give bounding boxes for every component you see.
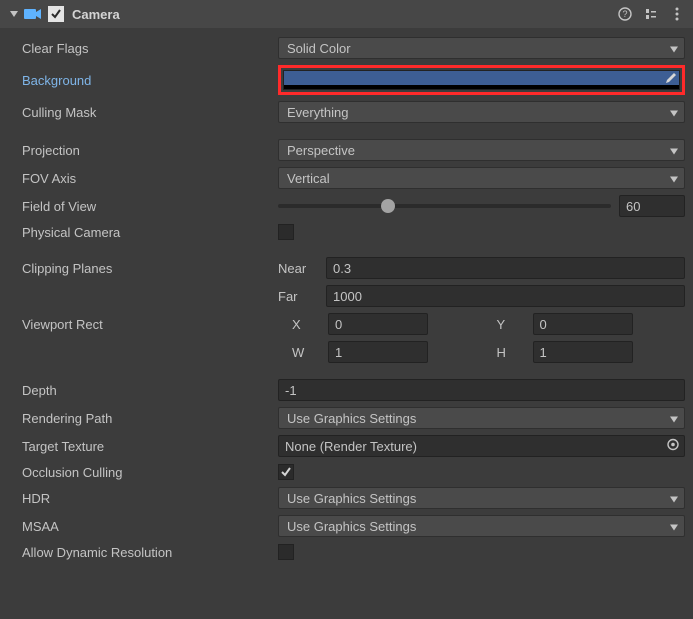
- culling-mask-value: Everything: [287, 105, 348, 120]
- presets-icon[interactable]: [643, 6, 659, 22]
- component-header: Camera ?: [0, 0, 693, 28]
- projection-label: Projection: [8, 143, 278, 158]
- occlusion-culling-label: Occlusion Culling: [8, 465, 278, 480]
- chevron-down-icon: [670, 491, 678, 506]
- alpha-indicator: [284, 85, 679, 89]
- physical-camera-label: Physical Camera: [8, 225, 278, 240]
- projection-value: Perspective: [287, 143, 355, 158]
- h-label: H: [497, 345, 525, 360]
- component-enable-checkbox[interactable]: [48, 6, 64, 22]
- chevron-down-icon: [670, 143, 678, 158]
- clear-flags-label: Clear Flags: [8, 41, 278, 56]
- y-label: Y: [497, 317, 525, 332]
- viewport-x-input[interactable]: 0: [328, 313, 428, 335]
- target-texture-label: Target Texture: [8, 439, 278, 454]
- fov-axis-label: FOV Axis: [8, 171, 278, 186]
- culling-mask-dropdown[interactable]: Everything: [278, 101, 685, 123]
- slider-thumb[interactable]: [381, 199, 395, 213]
- viewport-h-input[interactable]: 1: [533, 341, 633, 363]
- field-of-view-slider[interactable]: [278, 195, 611, 217]
- depth-label: Depth: [8, 383, 278, 398]
- camera-icon: [24, 6, 42, 22]
- target-texture-field[interactable]: None (Render Texture): [278, 435, 685, 457]
- background-color-field[interactable]: [283, 70, 680, 90]
- projection-dropdown[interactable]: Perspective: [278, 139, 685, 161]
- x-label: X: [292, 317, 320, 332]
- hdr-label: HDR: [8, 491, 278, 506]
- background-highlight-box: [278, 65, 685, 95]
- depth-input[interactable]: -1: [278, 379, 685, 401]
- chevron-down-icon: [670, 105, 678, 120]
- slider-track: [278, 204, 611, 208]
- chevron-down-icon: [670, 411, 678, 426]
- w-label: W: [292, 345, 320, 360]
- far-input[interactable]: 1000: [326, 285, 685, 307]
- chevron-down-icon: [670, 41, 678, 56]
- svg-text:?: ?: [622, 9, 627, 19]
- field-of-view-input[interactable]: 60: [619, 195, 685, 217]
- clear-flags-dropdown[interactable]: Solid Color: [278, 37, 685, 59]
- near-label: Near: [278, 261, 318, 276]
- hdr-value: Use Graphics Settings: [287, 491, 416, 506]
- help-icon[interactable]: ?: [617, 6, 633, 22]
- object-picker-icon[interactable]: [666, 438, 680, 455]
- field-of-view-label: Field of View: [8, 199, 278, 214]
- fov-axis-dropdown[interactable]: Vertical: [278, 167, 685, 189]
- rendering-path-dropdown[interactable]: Use Graphics Settings: [278, 407, 685, 429]
- clear-flags-value: Solid Color: [287, 41, 351, 56]
- allow-dynamic-resolution-label: Allow Dynamic Resolution: [8, 545, 278, 560]
- background-label: Background: [8, 73, 278, 88]
- hdr-dropdown[interactable]: Use Graphics Settings: [278, 487, 685, 509]
- context-menu-icon[interactable]: [669, 6, 685, 22]
- allow-dynamic-resolution-checkbox[interactable]: [278, 544, 294, 560]
- near-input[interactable]: 0.3: [326, 257, 685, 279]
- rendering-path-label: Rendering Path: [8, 411, 278, 426]
- fov-axis-value: Vertical: [287, 171, 330, 186]
- msaa-value: Use Graphics Settings: [287, 519, 416, 534]
- culling-mask-label: Culling Mask: [8, 105, 278, 120]
- occlusion-culling-checkbox[interactable]: [278, 464, 294, 480]
- chevron-down-icon: [670, 171, 678, 186]
- viewport-w-input[interactable]: 1: [328, 341, 428, 363]
- eyedropper-icon[interactable]: [663, 72, 677, 89]
- far-label: Far: [278, 289, 318, 304]
- target-texture-value: None (Render Texture): [285, 439, 417, 454]
- component-title: Camera: [72, 7, 617, 22]
- viewport-rect-label: Viewport Rect: [8, 317, 278, 332]
- chevron-down-icon: [670, 519, 678, 534]
- rendering-path-value: Use Graphics Settings: [287, 411, 416, 426]
- component-body: Clear Flags Solid Color Background Culli…: [0, 28, 693, 570]
- viewport-y-input[interactable]: 0: [533, 313, 633, 335]
- msaa-dropdown[interactable]: Use Graphics Settings: [278, 515, 685, 537]
- msaa-label: MSAA: [8, 519, 278, 534]
- foldout-toggle[interactable]: [8, 8, 20, 20]
- physical-camera-checkbox[interactable]: [278, 224, 294, 240]
- clipping-planes-label: Clipping Planes: [8, 261, 278, 276]
